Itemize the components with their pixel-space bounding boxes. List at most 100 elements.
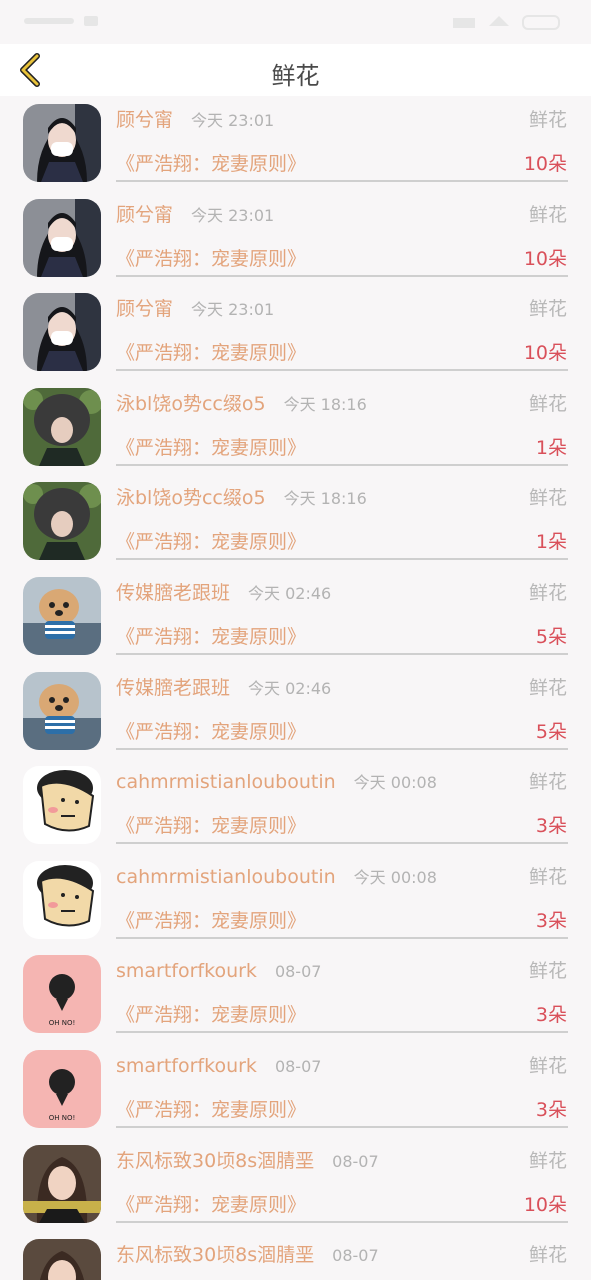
- sender-name-text: 传媒膪老跟班: [116, 581, 231, 604]
- sender-name-text: smartforfkourk: [116, 960, 257, 983]
- list-item[interactable]: 东风标致30顷8s涸腈垩 08-07 鲜花 《严浩翔：宠妻原则》 10朵: [0, 1137, 591, 1232]
- gift-type-label: 鲜花: [528, 1149, 567, 1172]
- flower-count: 10朵: [523, 247, 567, 270]
- timestamp: 今天 18:16: [283, 489, 367, 509]
- book-title-link[interactable]: 《严浩翔：宠妻原则》: [116, 436, 306, 460]
- sender-name[interactable]: 顾兮甯 今天 23:01: [116, 108, 274, 133]
- sender-name[interactable]: 泳bl饶o势cc缀o5 今天 18:16: [116, 486, 367, 511]
- avatar[interactable]: [23, 766, 101, 845]
- timestamp: 08-07: [274, 1056, 322, 1076]
- sender-name-text: cahmrmistianlouboutin: [116, 865, 336, 888]
- flower-count: 3朵: [535, 1098, 567, 1121]
- book-title-link[interactable]: 《严浩翔：宠妻原则》: [116, 625, 306, 649]
- sender-name[interactable]: 顾兮甯 今天 23:01: [116, 297, 274, 322]
- sender-name-text: 顾兮甯: [116, 203, 174, 226]
- sender-name[interactable]: 泳bl饶o势cc缀o5 今天 18:16: [116, 392, 367, 417]
- gift-type-label: 鲜花: [528, 298, 567, 321]
- sender-name-text: smartforfkourk: [116, 1054, 257, 1077]
- book-title-link[interactable]: 《严浩翔：宠妻原则》: [116, 814, 306, 838]
- book-title-link[interactable]: 《严浩翔：宠妻原则》: [116, 341, 306, 365]
- gift-type-label: 鲜花: [528, 865, 567, 888]
- row-divider: [116, 180, 568, 182]
- list-item[interactable]: OH NO! smartforfkourk 08-07 鲜花 《严浩翔：宠妻原则》 3朵: [0, 947, 591, 1042]
- book-title-link[interactable]: 《严浩翔：宠妻原则》: [116, 720, 306, 744]
- list-item[interactable]: cahmrmistianlouboutin 今天 00:08 鲜花《严浩翔：宠妻原则…: [0, 758, 591, 853]
- timestamp: 今天 23:01: [191, 111, 275, 130]
- avatar[interactable]: [23, 1239, 101, 1280]
- gift-type-label: 鲜花: [528, 1054, 567, 1077]
- list-item[interactable]: 顾兮甯 今天 23:01 鲜花 《严浩翔：宠妻原则》 10朵: [0, 96, 591, 191]
- sender-name-text: 顾兮甯: [116, 298, 174, 321]
- flower-count: 1朵: [535, 436, 567, 459]
- gift-type-label: 鲜花: [528, 581, 567, 604]
- list-item[interactable]: 传媒膪老跟班 今天 02:46 鲜花《严浩翔：宠妻原则》 5朵: [0, 569, 591, 664]
- timestamp: 今天 00:08: [353, 773, 437, 793]
- svg-text:OH NO!: OH NO!: [49, 1019, 76, 1027]
- book-title-link[interactable]: 《严浩翔：宠妻原则》: [116, 152, 306, 176]
- gift-type-label: 鲜花: [528, 392, 567, 415]
- flower-count: 5朵: [535, 625, 567, 648]
- sender-name[interactable]: 传媒膪老跟班 今天 02:46: [116, 676, 331, 701]
- sender-name-text: 传媒膪老跟班: [116, 676, 231, 699]
- list-item[interactable]: OH NO! smartforfkourk 08-07 鲜花《严浩翔：宠妻原则》 3朵: [0, 1042, 591, 1137]
- sender-name[interactable]: 传媒膪老跟班 今天 02:46: [116, 581, 331, 606]
- avatar[interactable]: OH NO!: [23, 955, 101, 1034]
- row-divider: [116, 274, 568, 277]
- gift-type-label: 鲜花: [528, 203, 567, 226]
- row-divider: [116, 842, 568, 845]
- row-divider: [116, 1031, 568, 1034]
- gift-type-label: 鲜花: [528, 771, 567, 794]
- list-item[interactable]: 传媒膪老跟班 今天 02:46 鲜花 《严浩翔：宠妻原则》 5朵: [0, 664, 591, 759]
- avatar[interactable]: [23, 860, 101, 939]
- book-title-link[interactable]: 《严浩翔：宠妻原则》: [116, 1193, 306, 1217]
- avatar[interactable]: [23, 293, 101, 372]
- list-item[interactable]: 顾兮甯 今天 23:01 鲜花《严浩翔：宠妻原则》 10朵: [0, 191, 591, 286]
- sender-name[interactable]: smartforfkourk 08-07: [116, 959, 321, 984]
- book-title-link[interactable]: 《严浩翔：宠妻原则》: [116, 530, 306, 554]
- list-item[interactable]: 顾兮甯 今天 23:01 鲜花 《严浩翔：宠妻原则》 10朵: [0, 285, 591, 380]
- timestamp: 今天 00:08: [353, 867, 437, 887]
- sender-name-text: cahmrmistianlouboutin: [116, 771, 336, 794]
- sender-name[interactable]: 顾兮甯 今天 23:01: [116, 203, 274, 228]
- avatar[interactable]: [23, 198, 101, 277]
- list-item[interactable]: 泳bl饶o势cc缀o5 今天 18:16 鲜花《严浩翔：宠妻原则》 1朵: [0, 380, 591, 475]
- timestamp: 08-07: [332, 1246, 379, 1266]
- sender-name[interactable]: cahmrmistianlouboutin 今天 00:08: [116, 770, 437, 795]
- status-indicators-icon: [24, 16, 98, 26]
- list-item[interactable]: 泳bl饶o势cc缀o5 今天 18:16 鲜花 《严浩翔：宠妻原则》 1朵: [0, 474, 591, 569]
- gift-list: 顾兮甯 今天 23:01 鲜花 《严浩翔：宠妻原则》 10朵 顾兮甯 今天 23:01 鲜花…: [0, 96, 591, 1280]
- gift-type-label: 鲜花: [528, 1244, 567, 1267]
- sender-name[interactable]: 东风标致30顷8s涸腈垩 08-07: [116, 1149, 379, 1174]
- book-title-link[interactable]: 《严浩翔：宠妻原则》: [116, 1098, 306, 1122]
- avatar[interactable]: [23, 671, 101, 750]
- sender-name[interactable]: 东风标致30顷8s涸腈垩 08-07: [116, 1243, 379, 1268]
- avatar[interactable]: OH NO!: [23, 1049, 101, 1128]
- timestamp: 08-07: [332, 1151, 379, 1171]
- list-item[interactable]: cahmrmistianlouboutin 今天 00:08 鲜花《严浩翔：宠妻原则…: [0, 853, 591, 948]
- timestamp: 今天 18:16: [283, 394, 367, 414]
- flower-count: 3朵: [535, 1004, 567, 1027]
- svg-text:OH NO!: OH NO!: [49, 1114, 76, 1122]
- avatar[interactable]: [23, 576, 101, 655]
- sender-name-text: 东风标致30顷8s涸腈垩: [116, 1149, 315, 1172]
- sender-name[interactable]: cahmrmistianlouboutin 今天 00:08: [116, 865, 437, 890]
- nav-bar: 鲜花: [0, 44, 591, 96]
- sender-name[interactable]: smartforfkourk 08-07: [116, 1054, 321, 1079]
- row-divider: [116, 558, 568, 561]
- avatar[interactable]: [23, 482, 101, 561]
- timestamp: 今天 02:46: [248, 678, 332, 698]
- row-divider: [116, 463, 568, 466]
- timestamp: 今天 23:01: [191, 300, 275, 320]
- book-title-link[interactable]: 《严浩翔：宠妻原则》: [116, 247, 306, 271]
- book-title-link[interactable]: 《严浩翔：宠妻原则》: [116, 1003, 306, 1027]
- flower-count: 1朵: [535, 531, 567, 554]
- avatar[interactable]: [23, 387, 101, 466]
- avatar[interactable]: [23, 1144, 101, 1223]
- sender-name-text: 东风标致30顷8s涸腈垩: [116, 1244, 315, 1267]
- timestamp: 今天 02:46: [248, 583, 332, 603]
- flower-count: 10朵: [523, 153, 567, 175]
- row-divider: [116, 652, 568, 655]
- avatar[interactable]: [23, 104, 101, 182]
- list-item[interactable]: 东风标致30顷8s涸腈垩 08-07 鲜花: [0, 1231, 591, 1280]
- book-title-link[interactable]: 《严浩翔：宠妻原则》: [116, 909, 306, 933]
